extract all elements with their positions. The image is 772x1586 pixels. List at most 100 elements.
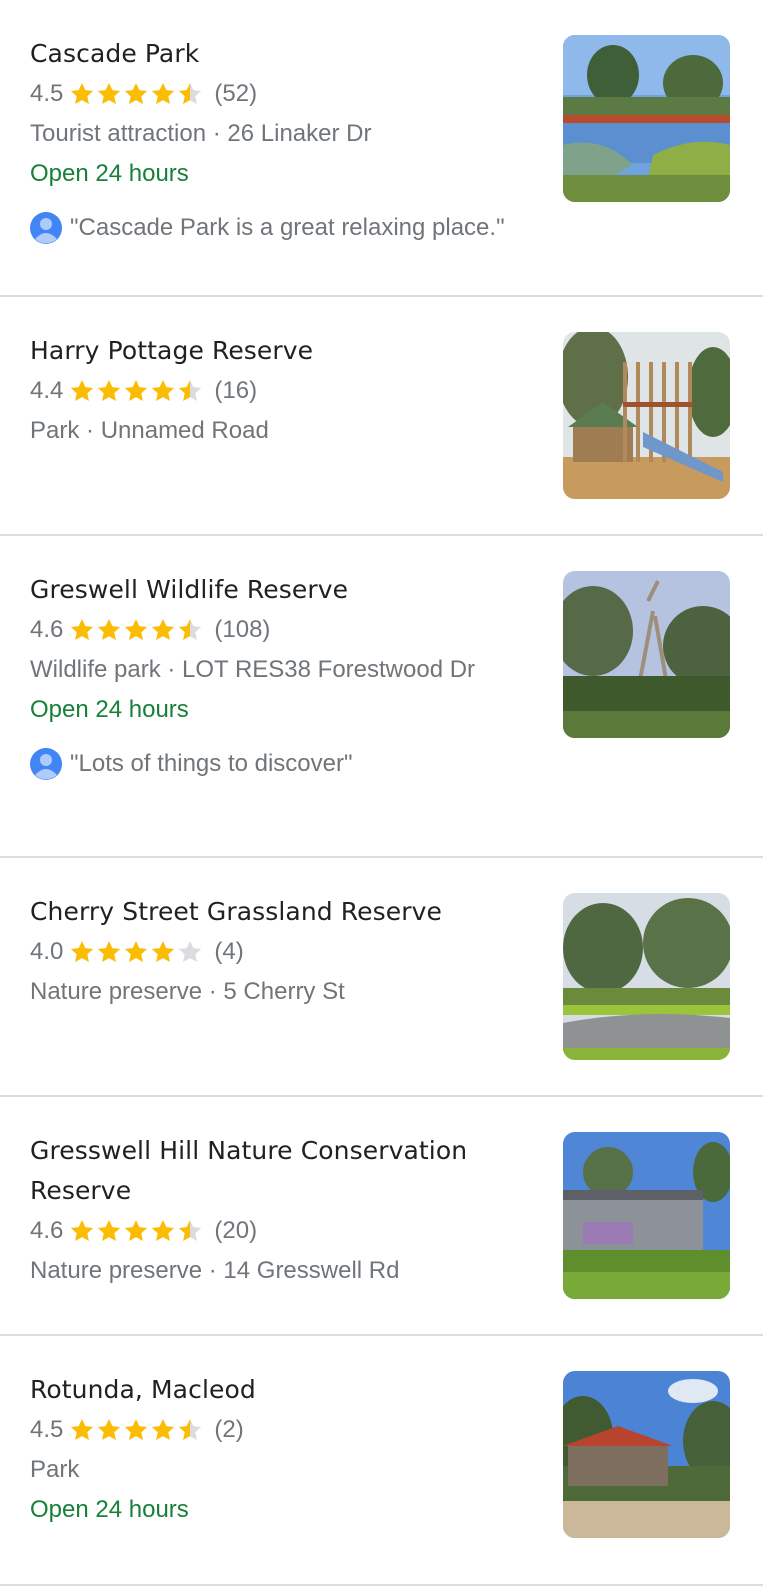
place-category: Nature preserve bbox=[30, 1257, 203, 1284]
playground-photo[interactable] bbox=[563, 332, 730, 499]
star-icon bbox=[71, 379, 94, 401]
place-card[interactable]: Harry Pottage Reserve 4.4 (16) Park · Unnam… bbox=[0, 297, 763, 536]
place-name[interactable]: Greswell Wildlife Reserve bbox=[30, 570, 530, 610]
place-card[interactable]: Cascade Park 4.5 (52) Tourist attraction · … bbox=[0, 0, 763, 297]
rating-value: 4.6 bbox=[30, 1217, 64, 1244]
star-rating bbox=[69, 1417, 204, 1443]
place-name[interactable]: Cherry Street Grassland Reserve bbox=[30, 892, 530, 932]
rating-value: 4.6 bbox=[30, 616, 64, 643]
reviews-count[interactable]: (2) bbox=[214, 1416, 243, 1444]
rating-row: 4.0 (4) bbox=[30, 932, 530, 972]
star-rating bbox=[69, 378, 204, 404]
place-info: Gresswell Hill Nature Conservation Reser… bbox=[30, 1131, 530, 1291]
pond-photo[interactable] bbox=[563, 35, 730, 202]
rating-value: 4.5 bbox=[30, 80, 64, 107]
review-text: "Lots of things to discover" bbox=[70, 750, 353, 777]
reviews-count[interactable]: (20) bbox=[214, 1217, 257, 1245]
star-icon bbox=[71, 1418, 94, 1440]
reviews-count[interactable]: (52) bbox=[214, 80, 257, 108]
star-icon bbox=[71, 618, 94, 640]
place-name[interactable]: Rotunda, Macleod bbox=[30, 1370, 530, 1410]
user-avatar-icon bbox=[30, 212, 62, 244]
star-icon bbox=[152, 1219, 175, 1241]
star-icon bbox=[179, 82, 202, 104]
place-photo-icon bbox=[563, 1132, 730, 1299]
star-rating bbox=[69, 617, 204, 643]
place-info: Rotunda, Macleod 4.5 (2) Park Open 24 hours bbox=[30, 1370, 530, 1530]
star-icon bbox=[71, 940, 94, 962]
rotunda-photo[interactable] bbox=[563, 1371, 730, 1538]
user-avatar-icon bbox=[30, 748, 62, 780]
star-rating bbox=[69, 939, 204, 965]
reviews-count[interactable]: (16) bbox=[214, 377, 257, 405]
review-text: "Cascade Park is a great relaxing place.… bbox=[70, 214, 505, 241]
rating-row: 4.6 (20) bbox=[30, 1211, 530, 1251]
meta-separator: · bbox=[202, 1257, 224, 1284]
star-icon bbox=[125, 1418, 148, 1440]
place-category: Nature preserve bbox=[30, 978, 203, 1005]
place-photo-icon bbox=[563, 35, 730, 202]
star-icon bbox=[152, 82, 175, 104]
place-meta: Park bbox=[30, 1450, 530, 1490]
place-photo-icon bbox=[563, 571, 730, 738]
star-icon bbox=[179, 379, 202, 401]
place-category: Park bbox=[30, 1456, 80, 1483]
place-category: Wildlife park bbox=[30, 656, 161, 683]
review-snippet: "Lots of things to discover" bbox=[30, 744, 530, 784]
place-card[interactable]: Greswell Wildlife Reserve 4.6 (108) Wildlif… bbox=[0, 536, 763, 858]
reviews-count[interactable]: (108) bbox=[214, 616, 270, 644]
place-address: LOT RES38 Forestwood Dr bbox=[182, 656, 476, 683]
star-icon bbox=[152, 940, 175, 962]
opening-hours: Open 24 hours bbox=[30, 160, 189, 187]
place-card[interactable]: Gresswell Hill Nature Conservation Reser… bbox=[0, 1097, 763, 1336]
rating-row: 4.5 (2) bbox=[30, 1410, 530, 1450]
meta-separator: · bbox=[202, 978, 224, 1005]
rating-value: 4.0 bbox=[30, 938, 64, 965]
place-category: Park bbox=[30, 417, 80, 444]
star-icon bbox=[98, 1418, 121, 1440]
rating-value: 4.5 bbox=[30, 1416, 64, 1443]
rating-row: 4.5 (52) bbox=[30, 74, 530, 114]
rating-row: 4.6 (108) bbox=[30, 610, 530, 650]
place-info: Cascade Park 4.5 (52) Tourist attraction · … bbox=[30, 34, 530, 248]
star-icon bbox=[125, 82, 148, 104]
place-card[interactable]: Cherry Street Grassland Reserve 4.0 (4) Nat… bbox=[0, 858, 763, 1097]
star-icon bbox=[179, 1219, 202, 1241]
place-photo-icon bbox=[563, 893, 730, 1060]
woodland-photo[interactable] bbox=[563, 571, 730, 738]
place-info: Cherry Street Grassland Reserve 4.0 (4) Nat… bbox=[30, 892, 530, 1012]
star-icon bbox=[98, 940, 121, 962]
star-icon bbox=[179, 618, 202, 640]
star-icon bbox=[152, 1418, 175, 1440]
path-photo[interactable] bbox=[563, 893, 730, 1060]
places-results-list: Cascade Park 4.5 (52) Tourist attraction · … bbox=[0, 0, 772, 1586]
place-meta: Park · Unnamed Road bbox=[30, 411, 530, 451]
place-name[interactable]: Gresswell Hill Nature Conservation Reser… bbox=[30, 1131, 530, 1211]
reviews-count[interactable]: (4) bbox=[214, 938, 243, 966]
place-info: Greswell Wildlife Reserve 4.6 (108) Wildlif… bbox=[30, 570, 530, 784]
star-icon bbox=[125, 618, 148, 640]
star-icon bbox=[125, 1219, 148, 1241]
place-name[interactable]: Harry Pottage Reserve bbox=[30, 331, 530, 371]
star-icon bbox=[98, 1219, 121, 1241]
star-icon bbox=[98, 618, 121, 640]
place-category: Tourist attraction bbox=[30, 120, 207, 147]
star-icon bbox=[179, 1418, 202, 1440]
review-snippet: "Cascade Park is a great relaxing place.… bbox=[30, 208, 530, 248]
place-address: 14 Gresswell Rd bbox=[223, 1257, 400, 1284]
star-icon bbox=[98, 82, 121, 104]
place-name[interactable]: Cascade Park bbox=[30, 34, 530, 74]
place-card[interactable]: Rotunda, Macleod 4.5 (2) Park Open 24 hours bbox=[0, 1336, 763, 1586]
place-meta: Tourist attraction · 26 Linaker Dr bbox=[30, 114, 530, 154]
star-icon bbox=[125, 940, 148, 962]
star-icon bbox=[152, 379, 175, 401]
star-icon bbox=[98, 379, 121, 401]
place-address: Unnamed Road bbox=[100, 417, 269, 444]
star-rating bbox=[69, 81, 204, 107]
star-icon bbox=[71, 82, 94, 104]
star-rating bbox=[69, 1218, 204, 1244]
place-photo-icon bbox=[563, 1371, 730, 1538]
rating-row: 4.4 (16) bbox=[30, 371, 530, 411]
meta-separator: · bbox=[79, 417, 101, 444]
tank-photo[interactable] bbox=[563, 1132, 730, 1299]
